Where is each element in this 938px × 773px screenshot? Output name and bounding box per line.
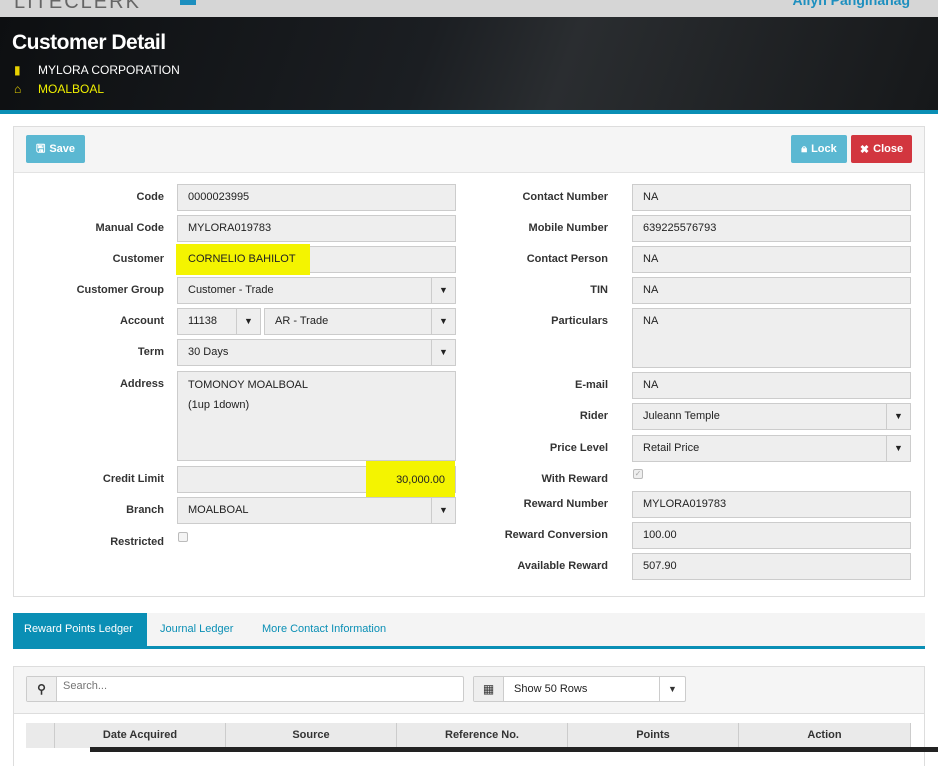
table-icon: ▦: [474, 677, 504, 701]
detail-tabs: Reward Points Ledger Journal Ledger More…: [13, 613, 925, 649]
chevron-down-icon: ▼: [886, 404, 910, 429]
field-label: Restricted: [110, 536, 164, 548]
search-icon: ⚲: [27, 677, 57, 701]
restricted-checkbox[interactable]: [178, 532, 188, 542]
customer-form-panel: 🖫 Save 🔒︎ Lock ✖ Close Code 0000023995 Manual…: [13, 126, 925, 597]
tin-field[interactable]: NA: [632, 277, 911, 304]
customer-field[interactable]: CORNELIO BAHILOT: [176, 244, 456, 275]
menu-toggle-icon[interactable]: [180, 0, 196, 5]
price-level-select[interactable]: Retail Price ▼: [632, 435, 911, 462]
field-label: TIN: [590, 284, 608, 296]
branch-name: MOALBOAL: [38, 82, 105, 96]
field-label: Account: [120, 315, 164, 327]
field-label: Price Level: [549, 442, 608, 454]
field-label: Customer: [112, 253, 164, 265]
field-label: Customer Group: [76, 284, 164, 296]
company-name: MYLORA CORPORATION: [38, 63, 180, 77]
field-label: Branch: [126, 504, 164, 516]
with-reward-checkbox[interactable]: ✓: [633, 469, 643, 479]
top-navbar: LITECLERK Ailyn Panginanag: [0, 0, 938, 17]
close-button[interactable]: ✖ Close: [851, 135, 912, 163]
row-selector-header: [26, 723, 55, 748]
customer-group-select[interactable]: Customer - Trade ▼: [177, 277, 456, 304]
contact-number-field[interactable]: NA: [632, 184, 911, 211]
field-label: E-mail: [574, 379, 608, 391]
app-logo: LITECLERK: [14, 0, 141, 13]
field-label: Mobile Number: [528, 222, 608, 234]
chevron-down-icon: ▼: [659, 677, 685, 701]
particulars-field[interactable]: NA: [632, 308, 911, 368]
building-icon: ▮: [14, 63, 21, 77]
tab-reward-points-ledger[interactable]: Reward Points Ledger: [13, 613, 147, 646]
mobile-number-field[interactable]: 639225576793: [632, 215, 911, 242]
account-code-select[interactable]: 11138 ▼: [177, 308, 261, 335]
account-name-select[interactable]: AR - Trade ▼: [264, 308, 456, 335]
field-label: Rider: [579, 410, 608, 422]
field-label: Credit Limit: [102, 473, 164, 485]
credit-limit-field[interactable]: 30,000.00: [177, 461, 456, 497]
column-header[interactable]: Date Acquired: [55, 723, 226, 748]
horizontal-scrollbar[interactable]: [90, 747, 938, 752]
lock-icon: 🔒︎: [801, 142, 808, 155]
divider: [0, 110, 938, 114]
chevron-down-icon: ▼: [236, 309, 260, 334]
available-reward-field[interactable]: 507.90: [632, 553, 911, 580]
page-title: Customer Detail: [12, 31, 166, 54]
reward-number-field[interactable]: MYLORA019783: [632, 491, 911, 518]
page-header: Customer Detail ▮ MYLORA CORPORATION ⌂ MOA…: [0, 17, 938, 110]
rows-select[interactable]: ▦ Show 50 Rows ▼: [473, 676, 686, 702]
field-label: Particulars: [551, 315, 608, 327]
column-header[interactable]: Reference No.: [397, 723, 568, 748]
field-label: Term: [137, 346, 164, 358]
tab-more-contact-information[interactable]: More Contact Information: [251, 613, 397, 646]
code-field[interactable]: 0000023995: [177, 184, 456, 211]
home-icon: ⌂: [14, 82, 22, 96]
chevron-down-icon: ▼: [431, 340, 455, 365]
save-icon: 🖫: [35, 142, 46, 155]
lock-button[interactable]: 🔒︎ Lock: [791, 135, 847, 163]
field-label: Contact Person: [526, 253, 608, 265]
field-label: Code: [136, 191, 165, 203]
field-label: Contact Number: [522, 191, 608, 203]
field-label: Reward Number: [523, 498, 608, 510]
field-label: Reward Conversion: [504, 529, 608, 541]
manual-code-field[interactable]: MYLORA019783: [177, 215, 456, 242]
search-input[interactable]: [63, 680, 453, 692]
column-header[interactable]: Source: [226, 723, 397, 748]
chevron-down-icon: ▼: [431, 498, 455, 523]
contact-person-field[interactable]: NA: [632, 246, 911, 273]
email-field[interactable]: NA: [632, 372, 911, 399]
field-label: With Reward: [541, 473, 608, 485]
field-label: Address: [119, 378, 164, 390]
field-label: Manual Code: [95, 222, 164, 234]
column-header[interactable]: Action: [739, 723, 911, 748]
chevron-down-icon: ▼: [886, 436, 910, 461]
tab-journal-ledger[interactable]: Journal Ledger: [149, 613, 244, 646]
term-select[interactable]: 30 Days ▼: [177, 339, 456, 366]
chevron-down-icon: ▼: [431, 278, 455, 303]
branch-select[interactable]: MOALBOAL ▼: [177, 497, 456, 524]
address-field[interactable]: TOMONOY MOALBOAL (1up 1down): [177, 371, 456, 461]
save-button[interactable]: 🖫 Save: [26, 135, 85, 163]
reward-conversion-field[interactable]: 100.00: [632, 522, 911, 549]
chevron-down-icon: ▼: [431, 309, 455, 334]
field-label: Available Reward: [517, 560, 608, 572]
close-icon: ✖: [859, 143, 870, 156]
rider-select[interactable]: Juleann Temple ▼: [632, 403, 911, 430]
column-header[interactable]: Points: [568, 723, 739, 748]
user-menu[interactable]: Ailyn Panginanag: [793, 0, 910, 8]
